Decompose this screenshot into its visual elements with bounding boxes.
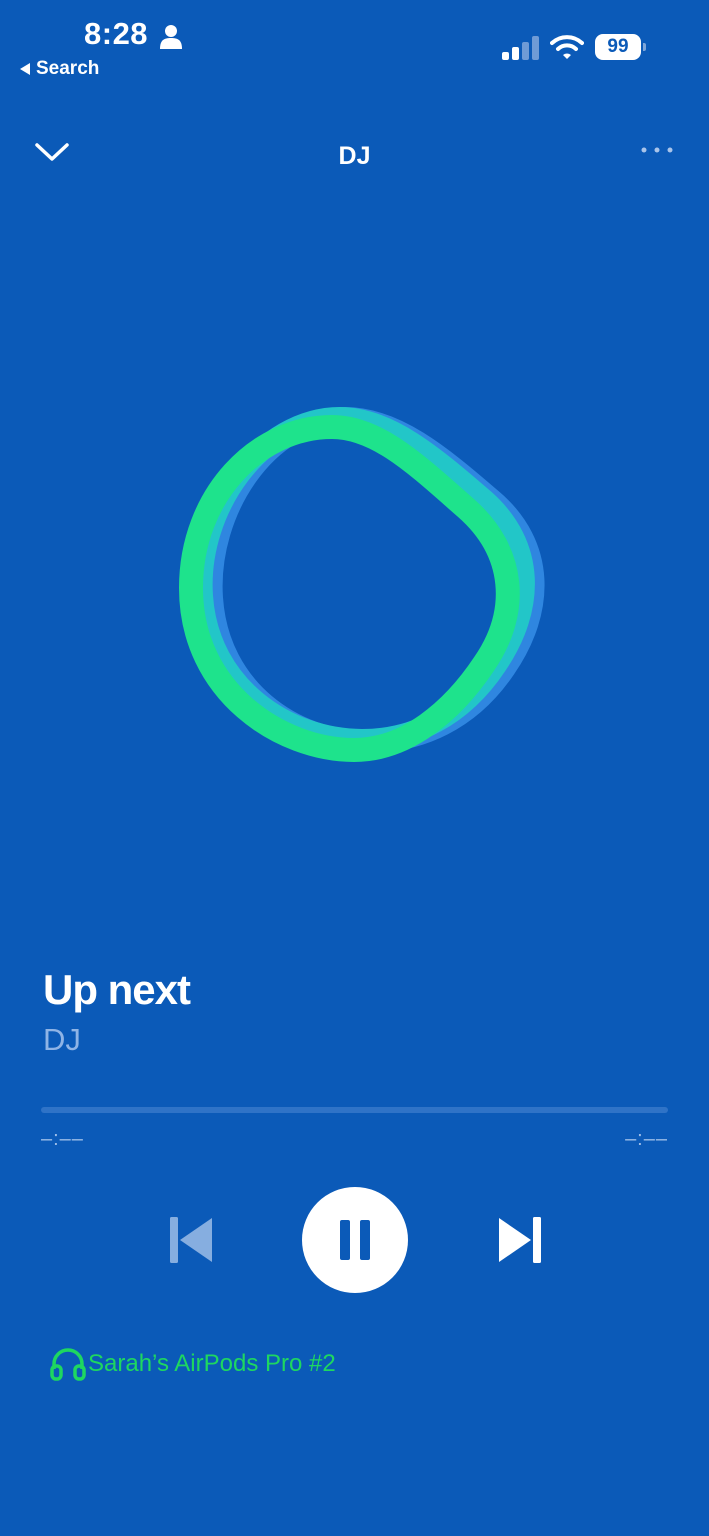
back-arrow-icon: [20, 63, 30, 75]
signal-icon: [502, 36, 539, 60]
battery-level: 99: [595, 34, 641, 60]
time-remaining: –:––: [625, 1128, 668, 1150]
pause-icon: [340, 1220, 370, 1260]
battery-tip: [643, 43, 646, 51]
more-icon[interactable]: [636, 140, 680, 160]
pause-button[interactable]: [302, 1187, 408, 1293]
status-time: 8:28: [84, 16, 149, 51]
track-title[interactable]: Up next: [43, 966, 191, 1014]
time-elapsed: –:––: [41, 1128, 84, 1150]
connected-device[interactable]: Sarah’s AirPods Pro #2: [50, 1346, 336, 1382]
dj-artwork: [178, 406, 545, 763]
device-name: Sarah’s AirPods Pro #2: [88, 1350, 336, 1377]
back-link-label: Search: [36, 58, 100, 79]
back-to-search-link[interactable]: Search: [20, 57, 99, 81]
headphones-icon: [50, 1348, 86, 1381]
skip-next-icon[interactable]: [497, 1217, 541, 1263]
progress-bar[interactable]: [41, 1107, 668, 1113]
skip-previous-icon[interactable]: [170, 1217, 214, 1263]
page-title: DJ: [338, 142, 371, 170]
battery-icon: 99: [595, 34, 647, 60]
person-icon: [160, 25, 182, 49]
track-artist[interactable]: DJ: [43, 1022, 81, 1058]
wifi-icon: [550, 35, 584, 59]
